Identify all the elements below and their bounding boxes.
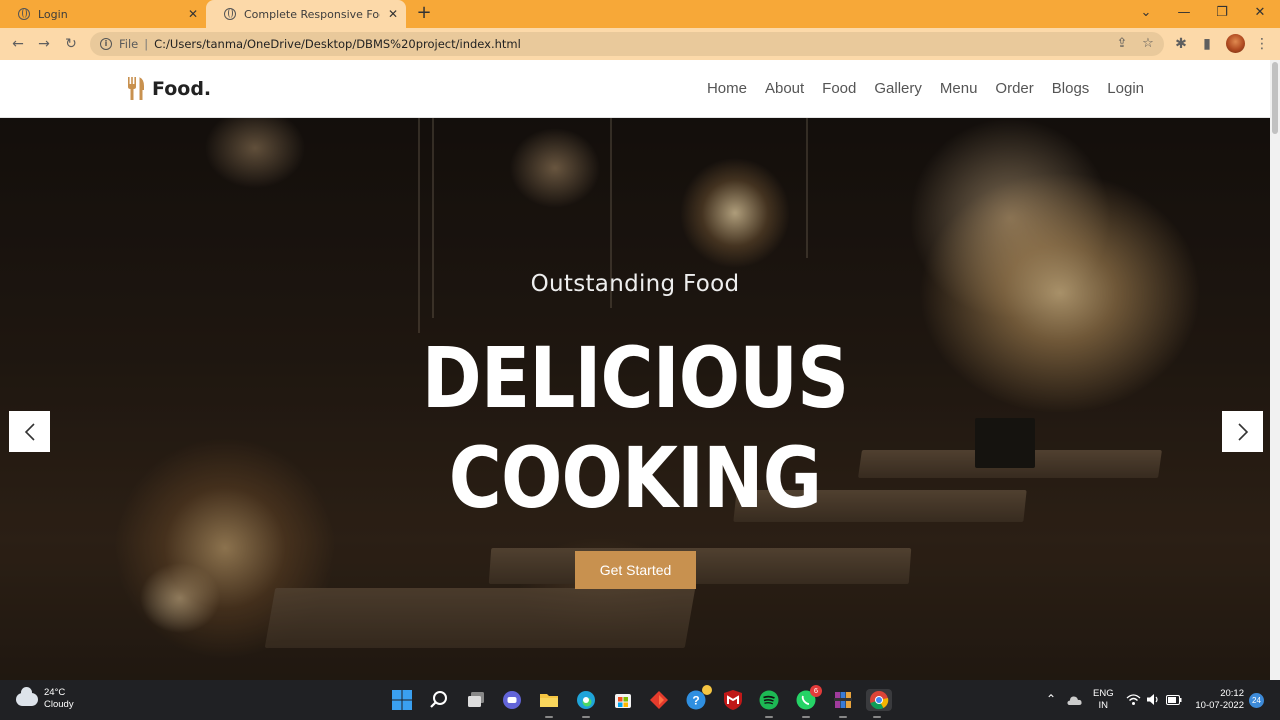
cloud-icon (16, 686, 38, 706)
slider-next-button[interactable] (1222, 411, 1263, 452)
get-started-button[interactable]: Get Started (575, 551, 696, 589)
nav-food[interactable]: Food (822, 80, 856, 97)
wifi-icon[interactable] (1126, 693, 1141, 720)
extensions-puzzle-icon[interactable]: ✱ (1171, 34, 1191, 54)
nav-login[interactable]: Login (1107, 80, 1144, 97)
menu-kebab-icon[interactable]: ⋮ (1252, 34, 1272, 54)
side-panel-icon[interactable]: ▮ (1197, 34, 1217, 54)
lang-line2: IN (1098, 700, 1109, 711)
taskbar: 24°C Cloudy ? 6 ⌃ ENG IN 20:12 10-07-202… (0, 680, 1280, 720)
clock[interactable]: 20:12 10-07-2022 (1192, 688, 1244, 720)
nav-order[interactable]: Order (995, 80, 1033, 97)
clock-date: 10-07-2022 (1195, 700, 1244, 711)
slider-prev-button[interactable] (9, 411, 50, 452)
logo-text: Food. (152, 78, 212, 100)
tab-login[interactable]: Login ✕ (0, 0, 206, 28)
volume-icon[interactable] (1146, 693, 1160, 720)
utensils-icon (128, 77, 144, 100)
scrollbar-thumb[interactable] (1272, 62, 1278, 134)
nav-about[interactable]: About (765, 80, 804, 97)
site-logo[interactable]: Food. (126, 77, 211, 101)
hero-subtitle: Outstanding Food (530, 271, 740, 297)
hero-title: DELICIOUS COOKING (89, 328, 1181, 528)
url-text: C:/Users/tanma/OneDrive/Desktop/DBMS%20p… (154, 37, 521, 51)
chatapp-icon[interactable]: ? (685, 685, 712, 711)
weather-temp: 24°C (44, 687, 66, 698)
globe-icon (224, 8, 236, 20)
close-window-button[interactable]: ✕ (1242, 4, 1278, 24)
bookmark-star-icon[interactable]: ☆ (1138, 32, 1158, 56)
profile-avatar[interactable] (1226, 34, 1245, 53)
new-tab-button[interactable]: + (414, 4, 434, 24)
lang-line1: ENG (1093, 688, 1114, 699)
tray-overflow-chevron-icon[interactable]: ⌃ (1046, 692, 1060, 720)
chevron-right-icon (1237, 422, 1248, 441)
forward-icon[interactable]: → (34, 34, 54, 54)
teams-chat-icon[interactable] (501, 689, 523, 711)
share-icon[interactable]: ⇪ (1112, 32, 1132, 56)
nav-home[interactable]: Home (707, 80, 747, 97)
page-viewport: Food. Home About Food Gallery Menu Order… (0, 60, 1270, 680)
tab-close-icon[interactable]: ✕ (380, 7, 406, 21)
nav-gallery[interactable]: Gallery (874, 80, 922, 97)
search-icon[interactable] (428, 689, 450, 711)
reload-icon[interactable]: ↻ (61, 34, 81, 54)
hero-title-line1: DELICIOUS (421, 329, 849, 427)
nav-blogs[interactable]: Blogs (1052, 80, 1090, 97)
minimize-button[interactable]: — (1166, 4, 1202, 24)
whatsapp-badge: 6 (810, 685, 822, 697)
onedrive-cloud-icon[interactable] (1066, 694, 1082, 720)
whatsapp-icon[interactable]: 6 (795, 685, 822, 718)
clock-time: 20:12 (1220, 688, 1244, 699)
globe-icon (18, 8, 30, 20)
start-icon[interactable] (391, 689, 413, 711)
maximize-button[interactable]: ❐ (1204, 4, 1240, 24)
battery-icon[interactable] (1166, 695, 1182, 720)
site-header: Food. Home About Food Gallery Menu Order… (0, 60, 1270, 118)
tab-title: Complete Responsive Food / Res (244, 7, 380, 21)
tab-food-site[interactable]: Complete Responsive Food / Res ✕ (206, 0, 406, 28)
tab-close-icon[interactable]: ✕ (180, 7, 206, 21)
browser-toolbar: ← → ↻ i File | C:/Users/tanma/OneDrive/D… (0, 28, 1280, 60)
office-icon[interactable] (648, 689, 670, 711)
main-nav: Home About Food Gallery Menu Order Blogs… (707, 80, 1144, 97)
chevron-left-icon (24, 422, 35, 441)
edge-icon[interactable] (575, 689, 597, 718)
tab-search-chevron-icon[interactable]: ⌄ (1128, 4, 1164, 24)
nav-menu[interactable]: Menu (940, 80, 978, 97)
url-separator: | (144, 37, 149, 51)
url-scheme: File (119, 37, 139, 51)
weather-condition: Cloudy (44, 699, 74, 710)
task-view-icon[interactable] (465, 689, 487, 711)
info-icon[interactable]: i (100, 38, 112, 50)
language-indicator[interactable]: ENG IN (1093, 688, 1114, 720)
winrar-icon[interactable] (832, 689, 854, 718)
page-scrollbar[interactable] (1270, 60, 1280, 680)
tab-strip: Login ✕ Complete Responsive Food / Res ✕… (0, 0, 1280, 28)
notification-dot (702, 685, 712, 695)
address-bar[interactable]: i File | C:/Users/tanma/OneDrive/Desktop… (90, 32, 1164, 56)
svg-text:?: ? (692, 694, 699, 708)
weather-widget[interactable]: 24°C Cloudy (16, 686, 74, 711)
file-explorer-icon[interactable] (538, 689, 560, 718)
notification-count-badge[interactable]: 24 (1249, 693, 1264, 708)
hero-slider: Outstanding Food DELICIOUS COOKING Get S… (0, 118, 1270, 680)
store-icon[interactable] (612, 689, 634, 711)
hero-title-line2: COOKING (448, 429, 822, 527)
chrome-icon[interactable] (866, 689, 892, 718)
tab-title: Login (38, 7, 68, 21)
spotify-icon[interactable] (758, 689, 780, 718)
mcafee-icon[interactable] (722, 689, 744, 711)
back-icon[interactable]: ← (8, 34, 28, 54)
hero-content: Outstanding Food DELICIOUS COOKING Get S… (0, 118, 1270, 680)
